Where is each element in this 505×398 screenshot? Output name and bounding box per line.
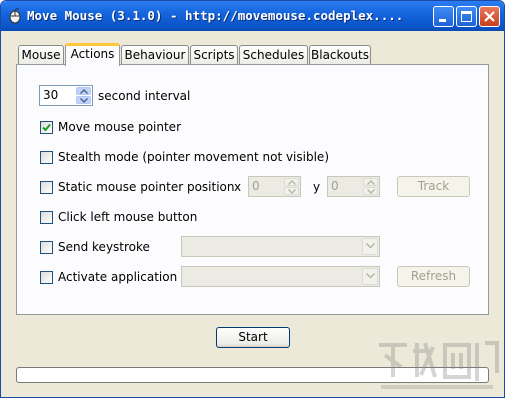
y-up-button[interactable] xyxy=(363,178,378,186)
application-dropdown-arrow[interactable] xyxy=(362,268,378,285)
interval-up-button[interactable] xyxy=(76,87,91,95)
click-left-label: Click left mouse button xyxy=(58,210,198,224)
static-position-checkbox[interactable] xyxy=(40,181,53,194)
title-bar[interactable]: Move Mouse (3.1.0) - http://movemouse.co… xyxy=(1,1,504,31)
x-up-button[interactable] xyxy=(284,178,299,186)
interval-label: second interval xyxy=(98,89,191,103)
application-dropdown[interactable] xyxy=(181,266,380,287)
chevron-down-icon xyxy=(288,189,296,194)
chevron-up-icon xyxy=(288,180,296,185)
actions-panel: 30 second interval Move mouse pointer St… xyxy=(16,64,489,315)
chevron-up-icon xyxy=(367,180,375,185)
watermark-logo xyxy=(379,341,499,389)
keystroke-dropdown[interactable] xyxy=(181,236,380,257)
x-value: 0 xyxy=(252,179,260,193)
stealth-mode-label: Stealth mode (pointer movement not visib… xyxy=(58,150,329,164)
tab-scripts[interactable]: Scripts xyxy=(190,45,238,65)
track-button[interactable]: Track xyxy=(397,176,470,197)
chevron-up-icon xyxy=(80,89,88,94)
mouse-app-icon xyxy=(9,8,21,24)
click-left-checkbox[interactable] xyxy=(40,211,53,224)
tab-mouse[interactable]: Mouse xyxy=(18,45,64,65)
minimize-icon xyxy=(439,19,446,22)
chevron-down-icon xyxy=(367,189,375,194)
move-pointer-checkbox[interactable] xyxy=(40,121,53,134)
activate-app-label: Activate application xyxy=(58,270,178,284)
checkmark-icon xyxy=(42,123,51,132)
send-keystroke-checkbox[interactable] xyxy=(40,241,53,254)
y-down-button[interactable] xyxy=(363,187,378,195)
stealth-mode-checkbox[interactable] xyxy=(40,151,53,164)
refresh-button[interactable]: Refresh xyxy=(397,266,470,287)
maximize-button[interactable] xyxy=(456,6,477,27)
keystroke-dropdown-arrow[interactable] xyxy=(362,238,378,255)
close-button[interactable] xyxy=(479,6,500,27)
chevron-down-icon xyxy=(366,243,375,249)
tab-blackouts[interactable]: Blackouts xyxy=(309,45,371,65)
y-label: y xyxy=(313,180,321,194)
minimize-button[interactable] xyxy=(433,6,454,27)
tab-behaviour[interactable]: Behaviour xyxy=(121,45,189,65)
chevron-down-icon xyxy=(366,273,375,279)
interval-value: 30 xyxy=(43,88,59,102)
tab-actions[interactable]: Actions xyxy=(65,43,120,66)
static-position-label: Static mouse pointer position xyxy=(58,180,235,194)
tab-schedules[interactable]: Schedules xyxy=(239,45,308,65)
x-down-button[interactable] xyxy=(284,187,299,195)
start-button[interactable]: Start xyxy=(216,327,290,348)
x-coordinate-stepper[interactable]: 0 xyxy=(248,176,301,197)
move-pointer-label: Move mouse pointer xyxy=(58,120,181,134)
send-keystroke-label: Send keystroke xyxy=(58,240,150,254)
window-title: Move Mouse (3.1.0) - http://movemouse.co… xyxy=(27,8,404,23)
activate-app-checkbox[interactable] xyxy=(40,271,53,284)
maximize-icon xyxy=(461,11,472,22)
interval-stepper[interactable]: 30 xyxy=(39,85,93,106)
y-coordinate-stepper[interactable]: 0 xyxy=(327,176,380,197)
interval-down-button[interactable] xyxy=(76,96,91,104)
chevron-down-icon xyxy=(80,98,88,103)
x-label: x xyxy=(234,180,242,194)
app-window: Move Mouse (3.1.0) - http://movemouse.co… xyxy=(0,0,505,398)
y-value: 0 xyxy=(331,179,339,193)
close-icon xyxy=(484,11,495,22)
